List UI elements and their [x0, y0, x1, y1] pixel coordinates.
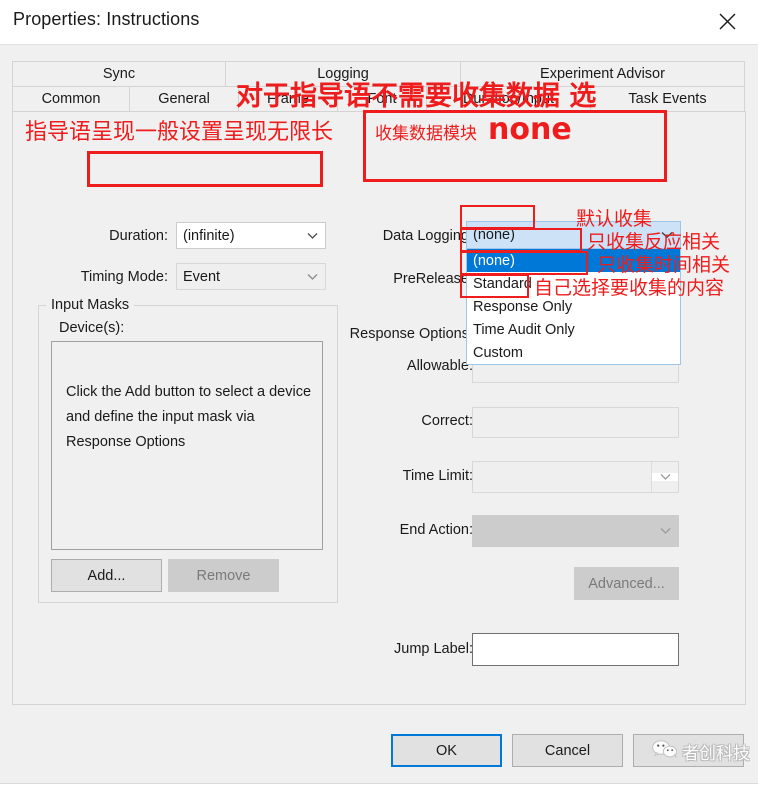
tab-experiment-advisor[interactable]: Experiment Advisor — [460, 61, 745, 87]
time-limit-input[interactable] — [473, 462, 652, 492]
dropdown-item-label: Custom — [473, 344, 523, 361]
devices-listbox-hint: Click the Add button to select a device … — [66, 384, 312, 450]
ok-button[interactable]: OK — [391, 734, 502, 767]
dialog-body: Sync Logging Experiment Advisor Common G… — [0, 44, 758, 791]
title-bar: Properties: Instructions — [0, 0, 758, 44]
tab-label: Task Events — [628, 91, 707, 107]
tab-label: Duration/Input — [462, 91, 555, 107]
dropdown-item-custom[interactable]: Custom — [467, 341, 680, 364]
duration-value: (infinite) — [183, 227, 235, 244]
data-logging-combo[interactable]: (none) — [466, 221, 681, 249]
tab-row-upper: Sync Logging Experiment Advisor — [12, 61, 746, 87]
duration-label: Duration: — [109, 228, 168, 244]
timing-mode-combo[interactable]: Event — [176, 263, 326, 290]
correct-label: Correct: — [421, 413, 473, 429]
duration-combo[interactable]: (infinite) — [176, 222, 326, 249]
chevron-down-icon — [652, 473, 678, 481]
remove-button: Remove — [168, 559, 279, 592]
tab-label: Common — [41, 91, 101, 107]
jump-label-input[interactable] — [472, 633, 679, 666]
data-logging-value: (none) — [473, 227, 515, 243]
dropdown-item-label: Standard — [473, 275, 532, 292]
dropdown-item-none[interactable]: (none) — [467, 249, 680, 272]
close-icon — [719, 13, 736, 30]
time-limit-combo[interactable] — [472, 461, 679, 493]
dropdown-item-label: (none) — [473, 252, 515, 269]
dropdown-item-label: Time Audit Only — [473, 321, 575, 338]
tab-page-duration-input: Duration: (infinite) Timing Mode: Event — [12, 111, 746, 705]
dropdown-item-label: Response Only — [473, 298, 573, 315]
timing-mode-value: Event — [183, 268, 221, 285]
dropdown-item-response-only[interactable]: Response Only — [467, 295, 680, 318]
tab-logging[interactable]: Logging — [225, 61, 461, 87]
cancel-button[interactable]: Cancel — [512, 734, 623, 767]
advanced-button-label: Advanced... — [588, 575, 665, 592]
tab-label: Logging — [317, 66, 369, 82]
tab-duration-input[interactable]: Duration/Input — [426, 86, 591, 112]
chevron-down-icon — [654, 231, 680, 239]
end-action-label: End Action: — [399, 522, 473, 538]
close-button[interactable] — [704, 2, 750, 40]
tab-task-events[interactable]: Task Events — [590, 86, 745, 112]
devices-label: Device(s): — [59, 320, 125, 336]
tab-common[interactable]: Common — [12, 86, 130, 112]
cancel-button-label: Cancel — [544, 742, 591, 759]
window-bottom-edge — [0, 783, 758, 791]
prerelease-label: PreRelease: — [393, 271, 473, 287]
tab-sync[interactable]: Sync — [12, 61, 226, 87]
chevron-down-icon — [299, 232, 325, 240]
time-limit-label: Time Limit: — [402, 468, 473, 484]
dropdown-item-time-audit-only[interactable]: Time Audit Only — [467, 318, 680, 341]
data-logging-label: Data Logging: — [382, 228, 473, 244]
tab-font[interactable]: Font — [337, 86, 427, 112]
tab-label: Experiment Advisor — [540, 66, 665, 82]
tab-general[interactable]: General — [129, 86, 239, 112]
devices-listbox[interactable]: Click the Add button to select a device … — [51, 341, 323, 550]
timing-mode-label: Timing Mode: — [80, 269, 168, 285]
ok-button-label: OK — [436, 742, 457, 759]
apply-button[interactable] — [633, 734, 744, 767]
dropdown-item-standard[interactable]: Standard — [467, 272, 680, 295]
jump-label-label: Jump Label: — [394, 641, 473, 657]
response-options-label: Response Options: — [349, 326, 473, 342]
input-masks-group-title: Input Masks — [46, 297, 135, 313]
correct-input[interactable] — [472, 407, 679, 438]
tab-label: General — [158, 91, 210, 107]
add-button-label: Add... — [87, 567, 126, 584]
chevron-down-icon — [299, 273, 325, 281]
tab-label: Frame — [267, 91, 309, 107]
remove-button-label: Remove — [196, 567, 251, 584]
tab-frame[interactable]: Frame — [238, 86, 338, 112]
dialog-window: Properties: Instructions Sync Logging Ex… — [0, 0, 758, 791]
data-logging-dropdown-list[interactable]: (none) Standard Response Only Time Audit… — [466, 248, 681, 365]
end-action-combo — [472, 515, 679, 547]
add-button[interactable]: Add... — [51, 559, 162, 592]
chevron-down-icon — [652, 527, 678, 535]
tab-label: Font — [367, 91, 397, 107]
window-title: Properties: Instructions — [13, 9, 200, 29]
tab-label: Sync — [102, 66, 136, 82]
allowable-label: Allowable: — [406, 358, 473, 374]
tab-strip: Sync Logging Experiment Advisor Common G… — [12, 61, 746, 112]
advanced-button: Advanced... — [574, 567, 679, 600]
tab-row-lower: Common General Frame Font Duration/Input… — [12, 86, 746, 112]
